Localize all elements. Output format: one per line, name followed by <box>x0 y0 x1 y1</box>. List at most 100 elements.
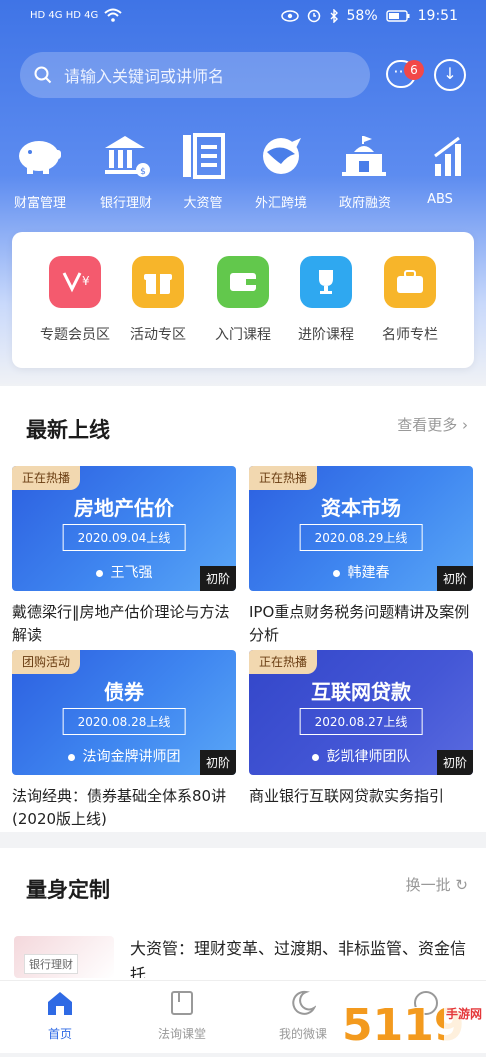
level-badge: 初阶 <box>199 750 236 775</box>
chevron-right-icon: › <box>462 416 468 434</box>
download-icon: ↓ <box>443 64 457 83</box>
network-label: HD 4G HD 4G <box>30 9 99 21</box>
refresh-button[interactable]: 换一批 ↻ <box>406 874 468 895</box>
alarm-icon <box>307 9 320 23</box>
tab-classroom[interactable]: 法询课堂 <box>132 989 232 1042</box>
thumb-date: 2020.09.04上线 <box>62 524 186 551</box>
category-abs[interactable]: ABS <box>400 130 480 207</box>
tile-events[interactable]: 活动专区 <box>113 256 203 344</box>
tile-beginner[interactable]: 入门课程 <box>198 256 288 344</box>
tab-my-courses[interactable]: 我的微课 <box>253 989 353 1042</box>
lecturer-name: 韩建春 <box>347 565 390 581</box>
course-card[interactable]: 正在热播 资本市场 2020.08.29上线 韩建春 初阶 IPO重点财务税务问… <box>249 466 473 647</box>
course-title: 戴德梁行‖房地产估价理论与方法解读 <box>12 603 230 644</box>
tab-label: 法询课堂 <box>157 1027 206 1041</box>
level-badge: 初阶 <box>436 750 473 775</box>
quick-entry-card: ¥ 专题会员区 活动专区 入门课程 进阶课程 名师专栏 <box>12 232 474 368</box>
tile-famous-teachers[interactable]: 名师专栏 <box>365 256 455 344</box>
document-icon <box>183 133 225 179</box>
course-title: 法询经典：债券基础全体系80讲 (2020版上线) <box>12 787 227 828</box>
course-card[interactable]: 正在热播 房地产估价 2020.09.04上线 王飞强 初阶 戴德梁行‖房地产估… <box>12 466 236 647</box>
course-thumbnail: 正在热播 资本市场 2020.08.29上线 韩建春 初阶 <box>249 466 473 591</box>
book-icon <box>171 991 193 1015</box>
chart-up-icon <box>434 136 461 176</box>
category-label: 外汇跨境 <box>254 196 307 211</box>
search-bar[interactable]: 请输入关键词或讲师名 <box>20 52 370 98</box>
level-badge: 初阶 <box>436 566 473 591</box>
thumb-date: 2020.08.28上线 <box>62 708 186 735</box>
course-card[interactable]: 团购活动 债券 2020.08.28上线 法询金牌讲师团 初阶 法询经典：债券基… <box>12 650 236 831</box>
tab-label: 我的微课 <box>278 1027 327 1041</box>
course-title: 商业银行互联网贷款实务指引 <box>249 787 445 805</box>
tile-label: 入门课程 <box>215 327 271 343</box>
gift-icon <box>144 274 172 294</box>
svg-text:$: $ <box>140 167 146 177</box>
government-building-icon <box>342 136 386 176</box>
tile-label: 名师专栏 <box>382 327 438 343</box>
see-more-label: 查看更多 <box>397 416 458 434</box>
svg-text:¥: ¥ <box>82 274 90 288</box>
see-more-link[interactable]: 查看更多 › <box>397 414 468 435</box>
course-tag: 正在热播 <box>249 650 318 674</box>
search-icon <box>34 66 52 84</box>
category-government[interactable]: 政府融资 <box>325 130 405 211</box>
message-badge: 6 <box>404 60 424 80</box>
category-wealth[interactable]: 财富管理 <box>0 130 80 211</box>
wallet-icon <box>230 273 256 291</box>
level-badge: 初阶 <box>199 566 236 591</box>
category-forex[interactable]: 外汇跨境 <box>241 130 321 211</box>
category-asset-management[interactable]: 大资管 <box>163 130 243 211</box>
search-placeholder: 请输入关键词或讲师名 <box>64 67 225 86</box>
thumb-date: 2020.08.29上线 <box>299 524 423 551</box>
battery-icon <box>385 10 410 22</box>
tile-advanced[interactable]: 进阶课程 <box>281 256 371 344</box>
category-label: 政府融资 <box>338 196 391 211</box>
status-bar: HD 4G HD 4G 58% 19:51 <box>0 0 486 36</box>
category-bank[interactable]: $ 银行理财 <box>86 130 166 211</box>
course-card[interactable]: 正在热播 互联网贷款 2020.08.27上线 彭凯律师团队 初阶 商业银行互联… <box>249 650 473 808</box>
download-button[interactable]: ↓ <box>434 59 466 91</box>
tab-label: 首页 <box>47 1027 72 1041</box>
tile-label: 活动专区 <box>130 327 186 343</box>
custom-item-title[interactable]: 大资管：理财变革、过渡期、非标监管、资金信托 <box>130 936 470 978</box>
course-tag: 正在热播 <box>12 466 81 490</box>
tab-home[interactable]: 首页 <box>10 989 110 1042</box>
bluetooth-icon <box>330 9 338 23</box>
latest-title: 最新上线 <box>26 418 110 442</box>
eye-icon <box>280 10 299 22</box>
custom-thumbnail[interactable]: 银行理财 <box>14 936 114 978</box>
course-tag: 正在热播 <box>249 466 318 490</box>
briefcase-icon <box>397 270 423 293</box>
custom-title: 量身定制 <box>26 878 110 902</box>
member-icon: ¥ <box>62 272 90 293</box>
lecturer-name: 彭凯律师团队 <box>326 749 411 765</box>
lecturer-name: 法询金牌讲师团 <box>82 749 181 765</box>
bank-icon: $ <box>105 136 150 177</box>
course-thumbnail: 正在热播 互联网贷款 2020.08.27上线 彭凯律师团队 初阶 <box>249 650 473 775</box>
battery-percent: 58% <box>346 8 378 24</box>
clock: 19:51 <box>417 8 458 24</box>
course-tag: 团购活动 <box>12 650 81 674</box>
thumb-date: 2020.08.27上线 <box>299 708 423 735</box>
wifi-icon <box>104 8 122 22</box>
course-title: IPO重点财务税务问题精讲及案例分析 <box>249 603 470 644</box>
category-label: ABS <box>427 192 453 207</box>
signal-indicators: HD 4G HD 4G <box>30 8 122 22</box>
watermark-logo: 5119 手游网 <box>340 992 486 1053</box>
tile-label: 进阶课程 <box>298 327 354 343</box>
svg-text:手游网: 手游网 <box>446 1006 482 1021</box>
thumb-title: 房地产估价 <box>74 496 174 520</box>
course-thumbnail: 正在热播 房地产估价 2020.09.04上线 王飞强 初阶 <box>12 466 236 591</box>
refresh-icon: ↻ <box>455 876 468 894</box>
category-label: 银行理财 <box>99 196 152 211</box>
piggy-bank-icon <box>19 141 61 174</box>
category-row: 财富管理 $ 银行理财 大资管 外汇跨境 政府融资 ABS <box>0 130 486 220</box>
tile-member-zone[interactable]: ¥ 专题会员区 <box>30 256 120 344</box>
refresh-label: 换一批 <box>405 876 451 894</box>
lecturer-name: 王飞强 <box>110 565 153 581</box>
category-label: 财富管理 <box>13 196 66 211</box>
course-thumbnail: 团购活动 债券 2020.08.28上线 法询金牌讲师团 初阶 <box>12 650 236 775</box>
thumb-title: 债券 <box>104 680 144 704</box>
globe-plane-icon <box>263 138 301 174</box>
tile-label: 专题会员区 <box>40 327 110 343</box>
